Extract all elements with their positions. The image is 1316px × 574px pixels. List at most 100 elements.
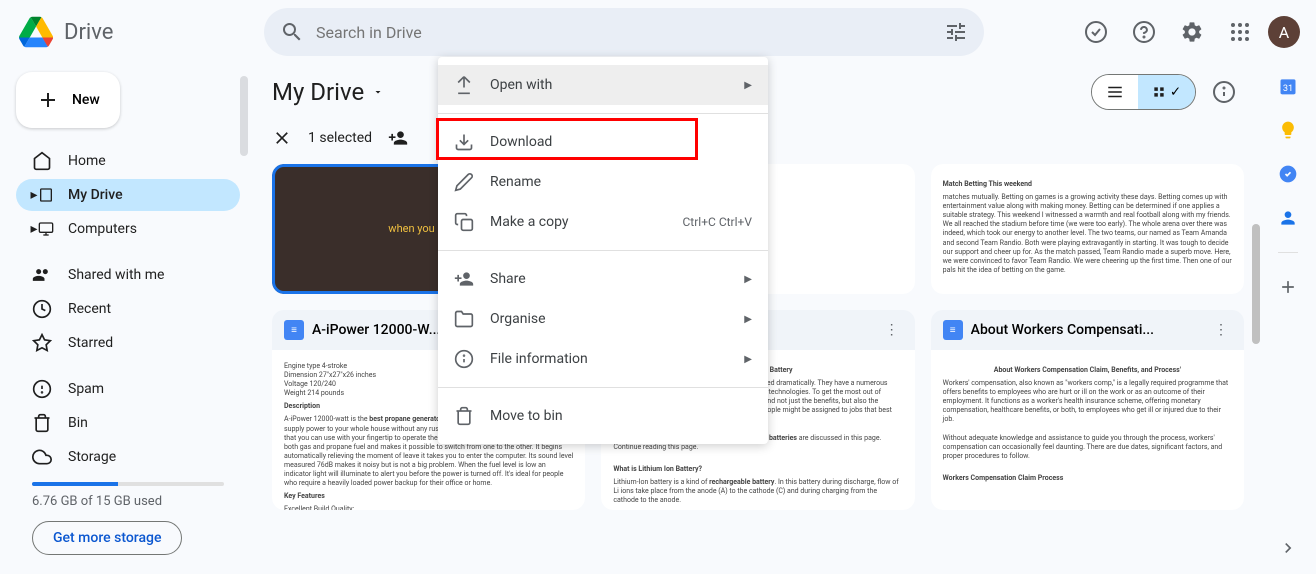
sidebar-item-label: Computers (68, 221, 137, 237)
get-storage-button[interactable]: Get more storage (32, 521, 182, 555)
menu-item-organise[interactable]: Organise ▶ (438, 299, 768, 339)
sidebar-item-label: Bin (68, 415, 88, 431)
home-icon (32, 151, 52, 171)
file-card-doc[interactable]: Match Betting This weekend matches mutua… (931, 164, 1244, 294)
new-button-label: New (72, 92, 100, 108)
new-button[interactable]: New (16, 72, 120, 128)
info-icon (454, 349, 474, 369)
breadcrumb[interactable]: My Drive (272, 78, 384, 106)
sidebar-item-bin[interactable]: Bin (16, 407, 240, 439)
chevron-right-icon[interactable] (1278, 538, 1298, 558)
search-input[interactable] (316, 23, 932, 42)
content-scrollbar[interactable] (1252, 224, 1260, 344)
menu-item-download[interactable]: Download (438, 122, 768, 162)
clock-icon (32, 299, 52, 319)
support-icon[interactable] (1124, 12, 1164, 52)
menu-item-copy[interactable]: Make a copy Ctrl+C Ctrl+V (438, 202, 768, 242)
sidebar-item-starred[interactable]: Starred (16, 327, 240, 359)
logo-area: Drive (16, 12, 256, 52)
rename-icon (454, 172, 474, 192)
sidebar-item-label: Recent (68, 301, 111, 317)
contacts-icon[interactable] (1278, 208, 1298, 228)
list-view-button[interactable] (1092, 75, 1138, 109)
menu-label: Make a copy (490, 214, 569, 230)
menu-label: Download (490, 134, 552, 150)
sidebar-item-label: Storage (68, 449, 116, 465)
share-icon (454, 269, 474, 289)
menu-item-open-with[interactable]: Open with ▶ (438, 65, 768, 105)
people-icon (32, 265, 52, 285)
open-icon (454, 75, 474, 95)
doc-icon: ≡ (284, 320, 304, 340)
calendar-icon[interactable]: 31 (1278, 76, 1298, 96)
file-thumbnail: Match Betting This weekend matches mutua… (931, 164, 1244, 294)
chevron-right-icon: ▶ (744, 354, 752, 365)
menu-label: File information (490, 351, 588, 367)
folder-icon (454, 309, 474, 329)
trash-icon (454, 406, 474, 426)
menu-label: Organise (490, 311, 546, 327)
keep-icon[interactable] (1278, 120, 1298, 140)
more-icon[interactable]: ⋮ (1210, 322, 1232, 338)
menu-label: Move to bin (490, 408, 563, 424)
tasks-icon[interactable] (1278, 164, 1298, 184)
close-icon[interactable] (272, 128, 292, 148)
menu-label: Rename (490, 174, 541, 190)
info-icon[interactable] (1204, 72, 1244, 112)
search-bar[interactable] (264, 8, 984, 56)
file-card-doc[interactable]: ≡ About Workers Compensati... ⋮ About Wo… (931, 310, 1244, 510)
drive-logo-icon[interactable] (16, 12, 56, 52)
sidebar-item-mydrive[interactable]: ▸ My Drive (16, 179, 240, 211)
selection-text: 1 selected (308, 130, 372, 146)
copy-icon (454, 212, 474, 232)
highlight-box (436, 118, 698, 160)
view-toggle: ✓ (1091, 72, 1244, 112)
ready-offline-icon[interactable] (1076, 12, 1116, 52)
cloud-icon (32, 447, 52, 467)
menu-item-rename[interactable]: Rename (438, 162, 768, 202)
doc-icon: ≡ (943, 320, 963, 340)
download-icon (454, 132, 474, 152)
sidebar: New Home ▸ My Drive ▸ Computers Shared w… (0, 64, 256, 574)
menu-item-bin[interactable]: Move to bin (438, 396, 768, 436)
sidebar-scrollbar[interactable] (240, 76, 248, 156)
menu-item-share[interactable]: Share ▶ (438, 259, 768, 299)
search-options-icon[interactable] (944, 20, 968, 44)
sidebar-item-label: Starred (68, 335, 113, 351)
sidebar-item-recent[interactable]: Recent (16, 293, 240, 325)
share-person-icon[interactable] (388, 128, 408, 148)
chevron-right-icon: ▶ (744, 80, 752, 91)
more-icon[interactable]: ⋮ (881, 322, 903, 338)
sidebar-item-home[interactable]: Home (16, 145, 240, 177)
side-panel: 31 (1260, 64, 1316, 574)
app-name: Drive (64, 20, 113, 45)
sidebar-item-shared[interactable]: Shared with me (16, 259, 240, 291)
storage-text: 6.76 GB of 15 GB used (32, 494, 224, 509)
search-icon (280, 20, 304, 44)
menu-item-fileinfo[interactable]: File information ▶ (438, 339, 768, 379)
chevron-right-icon: ▶ (744, 274, 752, 285)
menu-divider (438, 250, 768, 251)
storage-section: 6.76 GB of 15 GB used Get more storage (16, 482, 240, 555)
menu-shortcut: Ctrl+C Ctrl+V (683, 215, 753, 229)
content: My Drive ✓ 1 selected when you start... (256, 64, 1260, 574)
header: Drive A (0, 0, 1316, 64)
sidebar-item-label: Shared with me (68, 267, 164, 283)
sidebar-item-label: Spam (68, 381, 104, 397)
svg-text:31: 31 (1283, 84, 1293, 94)
add-icon[interactable] (1278, 277, 1298, 297)
plus-icon (36, 88, 60, 112)
file-title: About Workers Compensati... (971, 322, 1202, 338)
header-icons: A (1076, 12, 1300, 52)
grid-view-button[interactable]: ✓ (1138, 75, 1195, 109)
sidebar-item-spam[interactable]: Spam (16, 373, 240, 405)
sidebar-item-computers[interactable]: ▸ Computers (16, 213, 240, 245)
settings-icon[interactable] (1172, 12, 1212, 52)
sidebar-item-storage[interactable]: Storage (16, 441, 240, 473)
spam-icon (32, 379, 52, 399)
apps-icon[interactable] (1220, 12, 1260, 52)
avatar[interactable]: A (1268, 16, 1300, 48)
file-thumbnail: About Workers Compensation Claim, Benefi… (931, 350, 1244, 510)
drive-icon: ▸ (32, 185, 52, 205)
star-icon (32, 333, 52, 353)
